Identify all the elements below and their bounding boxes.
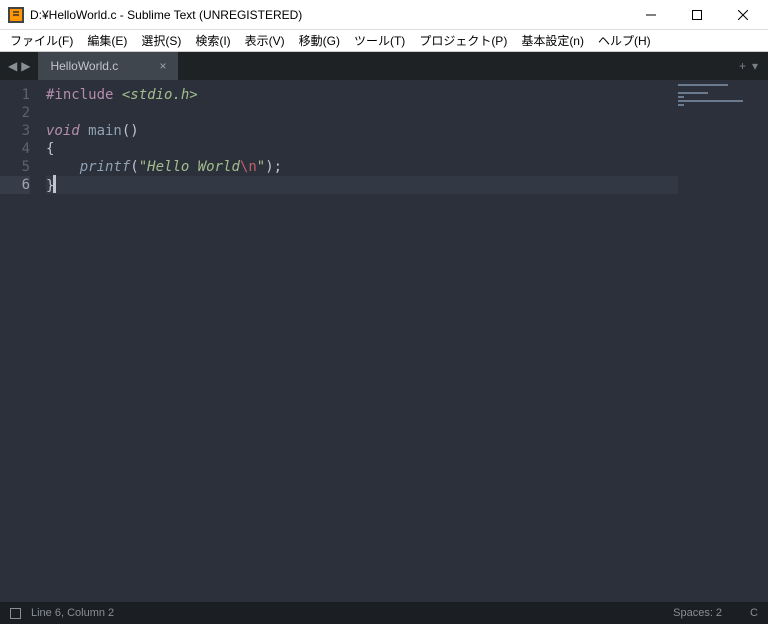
menu-select[interactable]: 選択(S) (137, 32, 185, 49)
menu-project[interactable]: プロジェクト(P) (415, 32, 511, 49)
code-line (46, 104, 678, 122)
tab-nav: ◀ ▶ (0, 52, 38, 80)
code-line: { (46, 140, 678, 158)
minimap[interactable] (678, 80, 768, 602)
menu-search[interactable]: 検索(I) (191, 32, 234, 49)
status-syntax[interactable]: C (750, 607, 758, 619)
code-line: printf("Hello World\n"); (46, 158, 678, 176)
editor[interactable]: 1 2 3 4 5 6 #include <stdio.h> void main… (0, 80, 768, 602)
code-line: #include <stdio.h> (46, 86, 678, 104)
maximize-button[interactable] (674, 0, 720, 30)
tab-actions: + ▾ (729, 52, 768, 80)
gutter: 1 2 3 4 5 6 (0, 80, 38, 602)
cursor (54, 176, 55, 192)
menu-file[interactable]: ファイル(F) (6, 32, 77, 49)
tab-helloworld[interactable]: HelloWorld.c × (38, 52, 178, 80)
line-number: 3 (0, 122, 30, 140)
minimize-button[interactable] (628, 0, 674, 30)
tab-next-icon[interactable]: ▶ (21, 59, 30, 73)
menu-help[interactable]: ヘルプ(H) (594, 32, 655, 49)
menu-goto[interactable]: 移動(G) (295, 32, 344, 49)
titlebar: D:¥HelloWorld.c - Sublime Text (UNREGIST… (0, 0, 768, 30)
line-number: 5 (0, 158, 30, 176)
line-number: 4 (0, 140, 30, 158)
menu-edit[interactable]: 編集(E) (83, 32, 131, 49)
app-icon (8, 7, 24, 23)
code-line: } (46, 176, 678, 194)
window-controls (628, 0, 766, 30)
close-button[interactable] (720, 0, 766, 30)
window-title: D:¥HelloWorld.c - Sublime Text (UNREGIST… (30, 8, 628, 22)
menubar: ファイル(F) 編集(E) 選択(S) 検索(I) 表示(V) 移動(G) ツー… (0, 30, 768, 52)
line-number: 1 (0, 86, 30, 104)
tab-list-icon[interactable]: ▾ (752, 59, 758, 73)
line-number: 6 (0, 176, 30, 194)
menu-view[interactable]: 表示(V) (241, 32, 289, 49)
tab-label: HelloWorld.c (50, 59, 118, 73)
new-tab-icon[interactable]: + (739, 59, 746, 73)
statusbar: Line 6, Column 2 Spaces: 2 C (0, 602, 768, 624)
code-area[interactable]: #include <stdio.h> void main() { printf(… (38, 80, 678, 602)
panel-switcher-icon[interactable] (10, 608, 21, 619)
status-position[interactable]: Line 6, Column 2 (31, 607, 114, 619)
menu-prefs[interactable]: 基本設定(n) (517, 32, 588, 49)
tabbar: ◀ ▶ HelloWorld.c × + ▾ (0, 52, 768, 80)
menu-tools[interactable]: ツール(T) (350, 32, 409, 49)
code-line: void main() (46, 122, 678, 140)
status-indent[interactable]: Spaces: 2 (673, 607, 722, 619)
tab-close-icon[interactable]: × (139, 59, 166, 73)
tab-prev-icon[interactable]: ◀ (8, 59, 17, 73)
line-number: 2 (0, 104, 30, 122)
